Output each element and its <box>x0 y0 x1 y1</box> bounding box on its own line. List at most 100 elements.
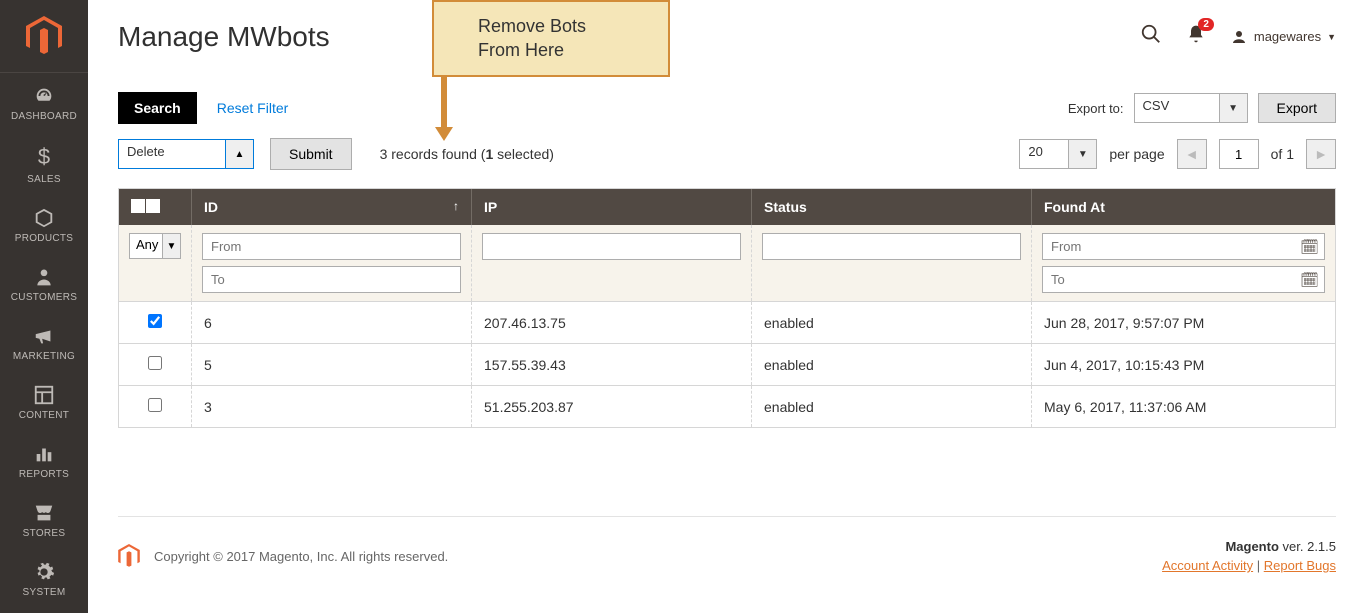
chevron-down-icon: ▼ <box>1327 32 1336 42</box>
nav-label: MARKETING <box>13 351 75 362</box>
nav-label: REPORTS <box>19 469 69 480</box>
data-grid: ▬▼ ID↑ IP Status Found At Any ▼ <box>118 188 1336 428</box>
nav-label: STORES <box>23 528 66 539</box>
annotation-callout: Remove Bots From Here <box>432 0 670 77</box>
filter-id-to[interactable] <box>202 266 461 293</box>
cell-ip: 51.255.203.87 <box>472 386 752 428</box>
prev-page-button[interactable]: ◄ <box>1177 139 1207 169</box>
filter-status[interactable] <box>762 233 1021 260</box>
column-id[interactable]: ID↑ <box>192 189 472 225</box>
cell-id: 3 <box>192 386 472 428</box>
column-status[interactable]: Status <box>752 189 1032 225</box>
box-icon <box>33 207 55 229</box>
report-bugs-link[interactable]: Report Bugs <box>1264 558 1336 573</box>
chevron-down-icon: ▼ <box>1220 93 1248 123</box>
filter-date-to[interactable] <box>1042 266 1325 293</box>
table-row[interactable]: 5157.55.39.43enabledJun 4, 2017, 10:15:4… <box>119 344 1335 386</box>
magento-logo-icon <box>26 16 62 56</box>
search-icon[interactable] <box>1140 23 1162 50</box>
sidebar: DASHBOARD $ SALES PRODUCTS CUSTOMERS MAR… <box>0 0 88 613</box>
dollar-icon: $ <box>38 144 50 170</box>
nav-label: PRODUCTS <box>15 233 74 244</box>
page-size-select[interactable]: 20 ▼ <box>1019 139 1097 169</box>
nav-stores[interactable]: STORES <box>0 490 88 549</box>
bar-chart-icon <box>33 443 55 465</box>
cell-id: 6 <box>192 302 472 344</box>
page-total-label: of 1 <box>1271 146 1294 162</box>
gauge-icon <box>33 85 55 107</box>
row-checkbox[interactable] <box>148 356 162 370</box>
user-name: magewares <box>1254 29 1321 44</box>
cell-status: enabled <box>752 386 1032 428</box>
filter-date-from[interactable] <box>1042 233 1325 260</box>
layout-icon <box>33 384 55 406</box>
table-row[interactable]: 351.255.203.87enabledMay 6, 2017, 11:37:… <box>119 386 1335 428</box>
next-page-button[interactable]: ► <box>1306 139 1336 169</box>
sort-arrow-icon: ↑ <box>453 199 459 213</box>
nav-label: CUSTOMERS <box>11 292 77 303</box>
filter-select-any[interactable]: Any ▼ <box>129 233 181 259</box>
row-checkbox[interactable] <box>148 398 162 412</box>
nav-label: DASHBOARD <box>11 111 77 122</box>
cell-ip: 207.46.13.75 <box>472 302 752 344</box>
chevron-up-icon: ▲ <box>226 139 254 169</box>
table-row[interactable]: 6207.46.13.75enabledJun 28, 2017, 9:57:0… <box>119 302 1335 344</box>
nav-customers[interactable]: CUSTOMERS <box>0 254 88 313</box>
main-content: Manage MWbots 2 magewares ▼ Remove Bots … <box>88 0 1366 613</box>
cell-status: enabled <box>752 344 1032 386</box>
submit-button[interactable]: Submit <box>270 138 352 170</box>
footer: Copyright © 2017 Magento, Inc. All right… <box>118 516 1336 573</box>
nav-label: SYSTEM <box>23 587 66 598</box>
notifications-icon[interactable]: 2 <box>1186 24 1206 49</box>
copyright-text: Copyright © 2017 Magento, Inc. All right… <box>154 549 448 564</box>
version-text: Magento ver. 2.1.5 <box>1162 539 1336 554</box>
filter-id-from[interactable] <box>202 233 461 260</box>
nav-marketing[interactable]: MARKETING <box>0 313 88 372</box>
store-icon <box>33 502 55 524</box>
user-icon <box>1230 28 1248 46</box>
cell-ip: 157.55.39.43 <box>472 344 752 386</box>
column-select-all[interactable]: ▬▼ <box>119 189 192 225</box>
header-actions: 2 magewares ▼ <box>1140 23 1336 50</box>
user-menu[interactable]: magewares ▼ <box>1230 28 1336 46</box>
magento-logo-icon <box>118 544 140 568</box>
page-number-input[interactable] <box>1219 139 1259 169</box>
export-format-select[interactable]: CSV ▼ <box>1134 93 1248 123</box>
export-button[interactable]: Export <box>1258 93 1336 123</box>
nav-label: SALES <box>27 174 61 185</box>
chevron-down-icon: ▼ <box>1069 139 1097 169</box>
page-header: Manage MWbots 2 magewares ▼ <box>88 0 1366 73</box>
nav-products[interactable]: PRODUCTS <box>0 195 88 254</box>
search-button[interactable]: Search <box>118 92 197 124</box>
gear-icon <box>33 561 55 583</box>
filter-row: Any ▼ 🗓 🗓 <box>119 225 1335 302</box>
export-to-label: Export to: <box>1068 101 1124 116</box>
column-found-at[interactable]: Found At <box>1032 189 1336 225</box>
megaphone-icon <box>33 325 55 347</box>
nav-system[interactable]: SYSTEM <box>0 549 88 608</box>
chevron-down-icon: ▼ <box>146 199 160 213</box>
records-summary: 3 records found (1 selected) <box>380 146 554 162</box>
cell-found-at: Jun 4, 2017, 10:15:43 PM <box>1032 344 1336 386</box>
cell-found-at: Jun 28, 2017, 9:57:07 PM <box>1032 302 1336 344</box>
cell-status: enabled <box>752 302 1032 344</box>
column-ip[interactable]: IP <box>472 189 752 225</box>
nav-reports[interactable]: REPORTS <box>0 431 88 490</box>
filter-ip[interactable] <box>482 233 741 260</box>
row-checkbox[interactable] <box>148 314 162 328</box>
filter-toolbar: Search Reset Filter Export to: CSV ▼ Exp… <box>118 92 1336 124</box>
per-page-label: per page <box>1109 146 1164 162</box>
nav-content[interactable]: CONTENT <box>0 372 88 431</box>
nav-dashboard[interactable]: DASHBOARD <box>0 73 88 132</box>
cell-id: 5 <box>192 344 472 386</box>
action-toolbar: Delete ▲ Submit 3 records found (1 selec… <box>118 138 1336 170</box>
account-activity-link[interactable]: Account Activity <box>1162 558 1253 573</box>
nav-sales[interactable]: $ SALES <box>0 132 88 195</box>
mass-action-select[interactable]: Delete ▲ <box>118 139 254 169</box>
chevron-down-icon: ▼ <box>163 233 181 259</box>
checkbox-icon: ▬ <box>131 199 145 213</box>
reset-filter-link[interactable]: Reset Filter <box>217 100 289 116</box>
logo[interactable] <box>0 0 88 73</box>
notifications-badge: 2 <box>1198 18 1214 31</box>
cell-found-at: May 6, 2017, 11:37:06 AM <box>1032 386 1336 428</box>
